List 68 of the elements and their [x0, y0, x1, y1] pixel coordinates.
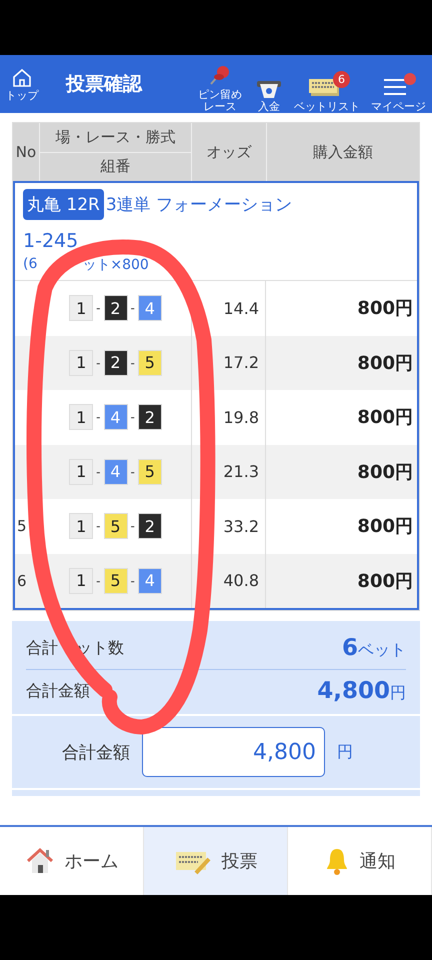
boat-number: 1 [69, 350, 94, 376]
dash-separator: - [96, 356, 100, 370]
bet-detail: (6 [23, 256, 38, 274]
boat-number: 2 [104, 350, 128, 376]
boat-number: 2 [138, 513, 162, 540]
bet-count-label: 合計 [26, 638, 58, 658]
boat-number: 1 [69, 568, 94, 594]
total-value: 4,800円 [317, 678, 406, 704]
betlist-button[interactable]: 6 ベットリスト [291, 68, 366, 112]
boat-number: 5 [104, 513, 128, 540]
dash-separator: - [96, 519, 100, 534]
boat-number: 1 [69, 458, 94, 485]
boat-number: 4 [138, 568, 162, 594]
count-badge: 6 [333, 70, 350, 88]
boat-number: 2 [104, 295, 128, 322]
notification-dot [404, 72, 416, 85]
boat-number: 1 [69, 404, 94, 430]
top-button[interactable]: トップ [0, 66, 44, 102]
tickets-icon [308, 76, 340, 97]
total-label: 合計金額 [26, 680, 90, 702]
yen-unit: 円 [337, 742, 353, 762]
boat-number: 4 [104, 458, 128, 485]
column-header: No [13, 123, 40, 181]
vote-tab[interactable]: 投票 [144, 827, 288, 895]
dash-separator: - [130, 574, 135, 588]
amount-label: 合計金額 [62, 742, 130, 764]
bet-count-value: 6ベット [342, 635, 406, 661]
dash-separator: - [96, 464, 100, 479]
amount-cell-text: 800円 [356, 297, 414, 322]
boat-number: 1 [69, 295, 94, 322]
boat-number: 4 [104, 404, 128, 430]
amount-cell-text: 800円 [356, 570, 414, 594]
row-number: 5 [17, 517, 27, 536]
dash-separator: - [130, 519, 135, 534]
column-header: オッズ [192, 123, 267, 181]
boat-number: 5 [138, 350, 162, 376]
selection-text: 1-245 [23, 230, 80, 252]
amount-cell-text: 800円 [356, 460, 414, 485]
menu-button[interactable]: マイページ [368, 68, 432, 112]
dash-separator: - [130, 356, 135, 370]
column-header: 場・レース・勝式 [40, 123, 191, 152]
amount-cell-text: 800円 [356, 352, 414, 376]
amount-cell-text: 800円 [356, 406, 414, 430]
dash-separator: - [96, 301, 100, 316]
amount-field[interactable]: 4,800 [142, 727, 325, 777]
home-icon [11, 66, 33, 89]
dash-separator: - [96, 574, 100, 588]
amount-cell-text: 800円 [356, 515, 414, 540]
bet-detail: ット×800 [82, 256, 149, 274]
dash-separator: - [130, 301, 135, 316]
boat-number: 1 [69, 513, 94, 540]
dash-separator: - [130, 464, 135, 479]
row-number: 6 [17, 572, 27, 590]
column-header: 購入金額 [312, 142, 374, 162]
boat-number: 5 [104, 568, 128, 594]
boat-number: 4 [138, 295, 162, 322]
page-title: 投票確認 [66, 72, 144, 97]
bet-type: 3連単 フォーメーション [106, 194, 292, 216]
pin-button[interactable]: ピン留めレース [193, 56, 250, 112]
odds-cell: 40.8 [192, 554, 266, 608]
boat-number: 2 [138, 404, 162, 430]
deposit-button[interactable]: 入金 [252, 70, 289, 112]
boat-number: 5 [138, 458, 162, 485]
dash-separator: - [130, 410, 135, 424]
column-header: 組番 [100, 156, 132, 178]
venue-tag: 丸亀 12R [23, 189, 104, 220]
dash-separator: - [96, 410, 100, 424]
house-icon [24, 847, 54, 875]
